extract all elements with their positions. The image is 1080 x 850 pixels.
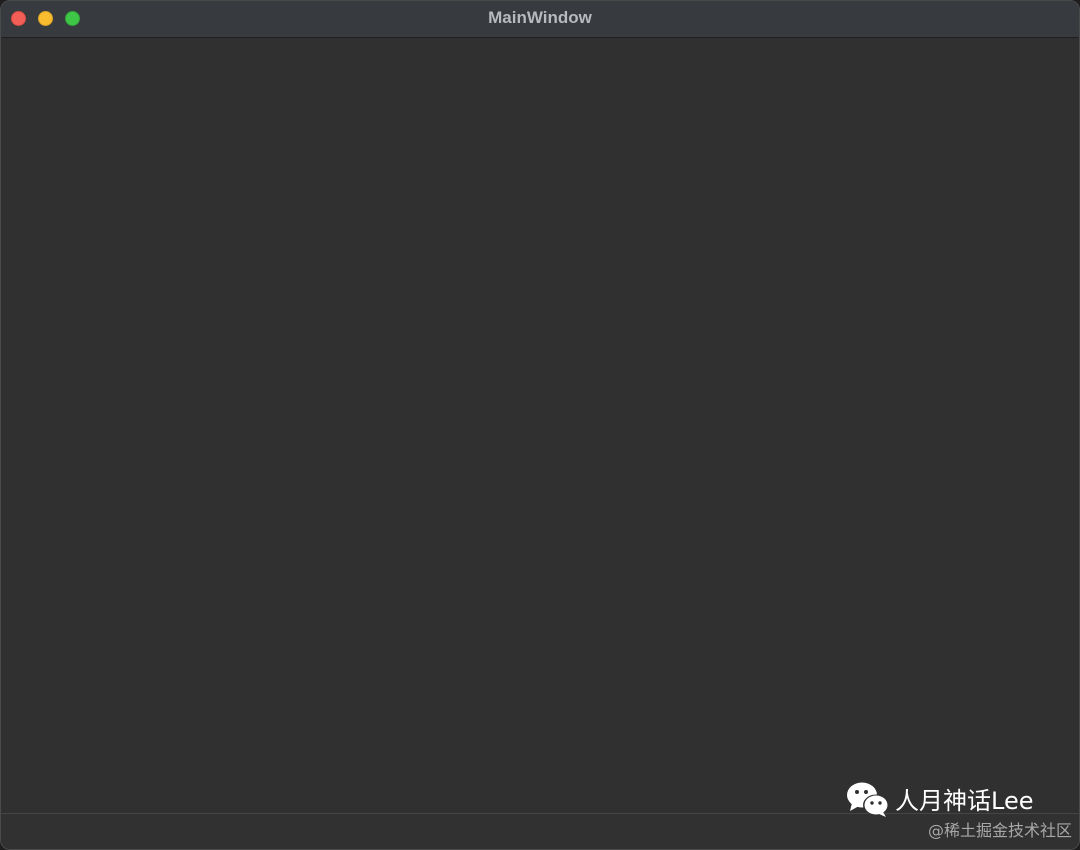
window-title: MainWindow <box>488 8 592 27</box>
wechat-icon <box>847 782 889 817</box>
main-window: MainWindow <box>0 0 1080 850</box>
status-bar <box>1 813 1079 849</box>
watermark-author: 人月神话Lee <box>895 787 1034 815</box>
watermark-site: @稀土掘金技术社区 <box>927 821 1072 840</box>
title-bar[interactable]: MainWindow <box>1 1 1079 38</box>
central-widget <box>1 38 1079 813</box>
